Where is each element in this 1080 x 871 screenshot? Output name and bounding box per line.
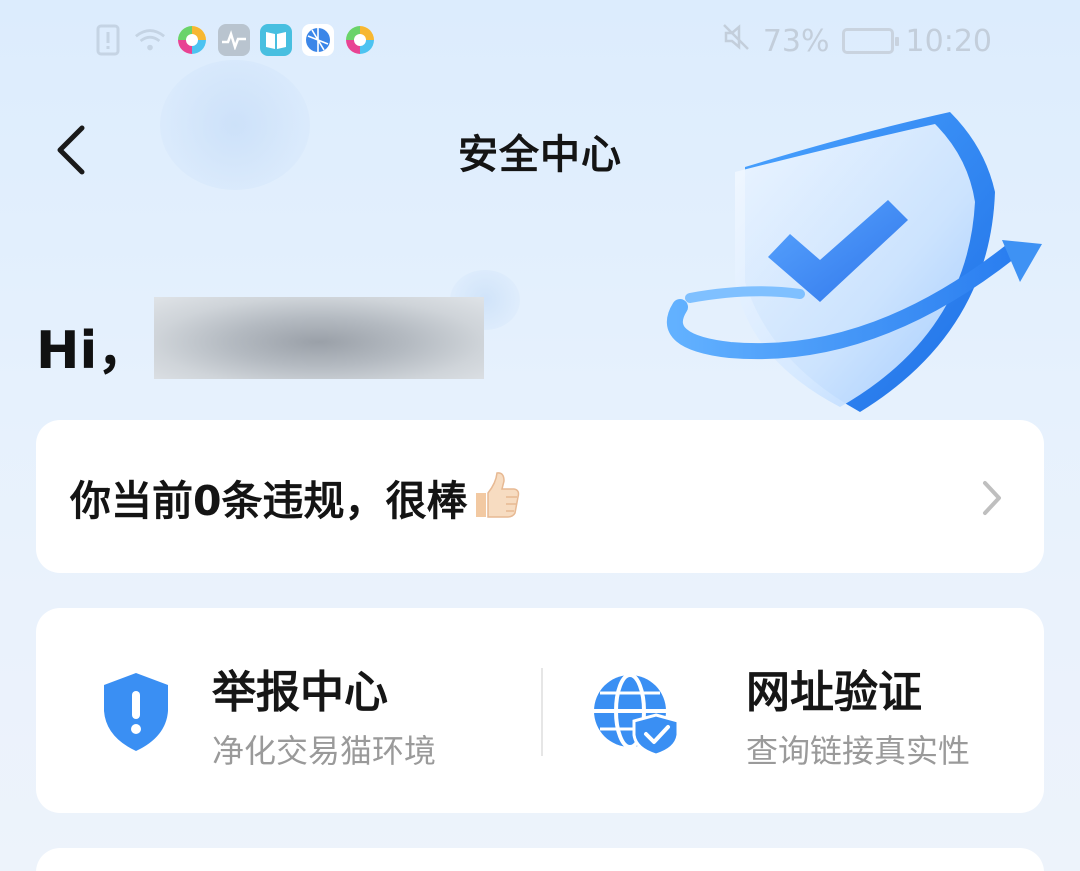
sim-alert-icon (92, 24, 124, 56)
battery-icon (841, 28, 899, 54)
wifi-icon (134, 24, 166, 56)
shield-exclamation-icon (104, 673, 168, 751)
battery-percent: 73% (762, 23, 830, 59)
app-icon (344, 24, 376, 56)
mute-icon (721, 22, 751, 60)
report-center-subtitle: 净化交易猫环境 (212, 732, 437, 770)
app-icon (176, 24, 208, 56)
chevron-right-icon (983, 481, 1001, 515)
browser-icon (302, 24, 334, 56)
pulse-icon (218, 24, 250, 56)
next-card-partial (36, 848, 1044, 871)
violation-status-card[interactable]: 你当前0条违规，很棒 (36, 420, 1044, 573)
violation-status-text: 你当前0条违规，很棒 (70, 477, 468, 525)
thumbs-up-icon (470, 469, 522, 531)
security-shield-illustration (666, 112, 1042, 412)
status-right: 73% 10:20 (721, 22, 992, 60)
globe-shield-check-icon (594, 673, 680, 755)
clock: 10:20 (905, 23, 992, 59)
report-center-title: 举报中心 (212, 667, 388, 718)
services-divider (541, 668, 543, 756)
url-verify-subtitle: 查询链接真实性 (746, 732, 971, 770)
url-verify-entry[interactable]: 网址验证 查询链接真实性 (546, 608, 1044, 813)
book-icon (260, 24, 292, 56)
greeting-text: Hi， (36, 321, 150, 381)
status-left-icons (92, 24, 376, 56)
violation-status-row: 你当前0条违规，很棒 (70, 467, 522, 535)
status-bar: 73% 10:20 (0, 0, 1080, 86)
url-verify-title: 网址验证 (746, 667, 922, 718)
username-redacted (154, 297, 484, 379)
report-center-entry[interactable]: 举报中心 净化交易猫环境 (36, 608, 536, 813)
services-card: 举报中心 净化交易猫环境 网址验证 查询链接真实性 (36, 608, 1044, 813)
